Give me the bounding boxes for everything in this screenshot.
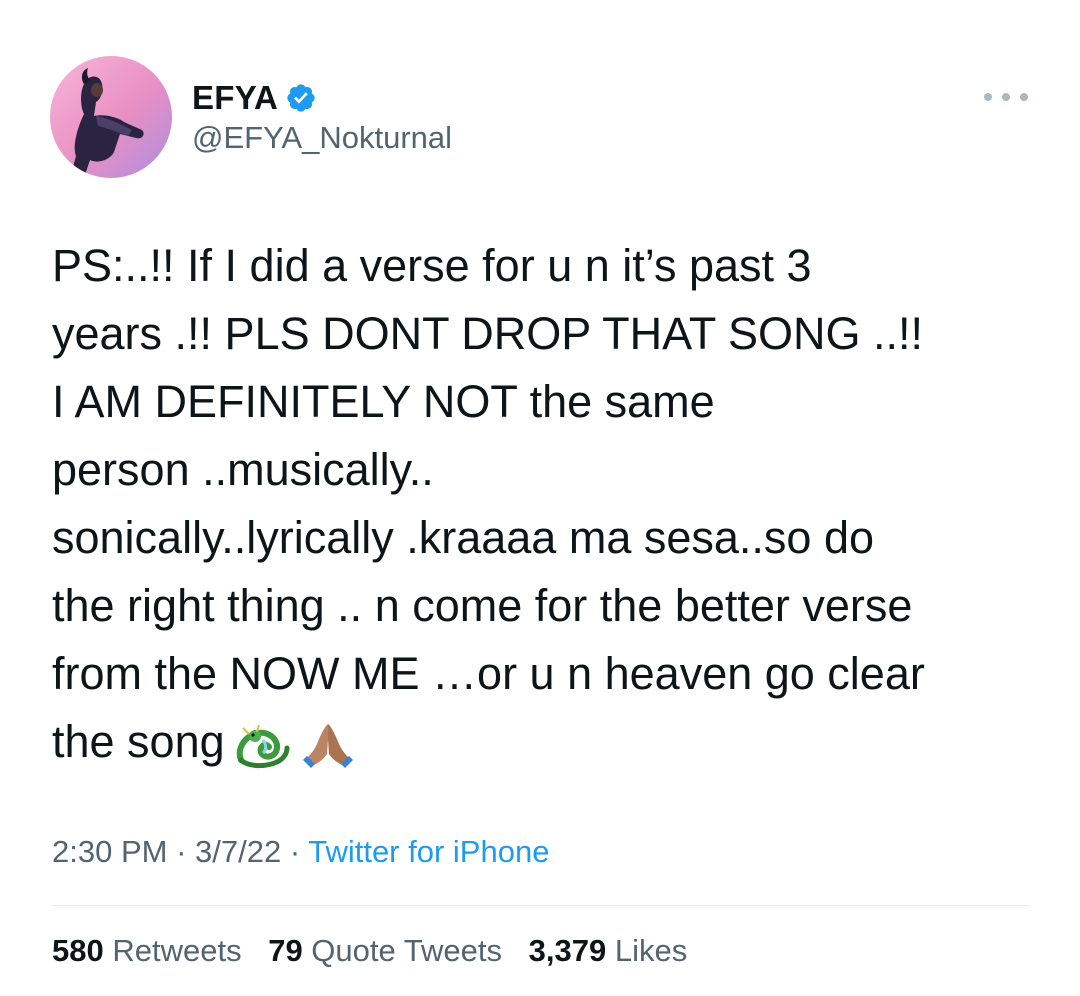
tweet-text-line: years .!! PLS DONT DROP THAT SONG ..!! [52, 308, 924, 359]
user-handle[interactable]: @EFYA_Nokturnal [192, 120, 452, 156]
meta-separator: · [281, 834, 309, 869]
tweet-text-line: I AM DEFINITELY NOT the same [52, 376, 715, 427]
tweet-text: PS:..!! If I did a verse for u n it’s pa… [52, 232, 1052, 776]
tweet-text-line: person ..musically.. [52, 444, 434, 495]
likes-count: 3,379 [528, 933, 607, 968]
verified-badge-icon [285, 82, 317, 114]
dot [1020, 93, 1028, 101]
profile-photo-avatar [50, 56, 172, 178]
engagement-stats: 580 Retweets 79 Quote Tweets 3,379 Likes [52, 933, 705, 969]
display-name-row[interactable]: EFYA [192, 78, 317, 118]
avatar[interactable] [50, 56, 172, 178]
tweet-text-line: sonically..lyrically .kraaaa ma sesa..so… [52, 512, 874, 563]
dot [984, 93, 992, 101]
likes-label: Likes [606, 933, 688, 968]
quote-tweets-label: Quote Tweets [302, 933, 503, 968]
display-name[interactable]: EFYA [192, 79, 278, 117]
tweet-card: EFYA @EFYA_Nokturnal PS:..!! If I did a … [0, 0, 1080, 996]
meta-separator: · [167, 834, 196, 869]
tweet-date[interactable]: 3/7/22 [195, 834, 281, 869]
more-horizontal-icon[interactable] [984, 86, 1028, 108]
tweet-time[interactable]: 2:30 PM [52, 834, 167, 869]
retweets-label: Retweets [103, 933, 242, 968]
retweets-count: 580 [52, 933, 104, 968]
tweet-text-line: the right thing .. n come for the better… [52, 580, 913, 631]
quote-tweets-count: 79 [268, 933, 303, 968]
likes-stat[interactable]: 3,379 Likes [529, 933, 688, 968]
tweet-source-link[interactable]: Twitter for iPhone [308, 834, 549, 869]
retweets-stat[interactable]: 580 Retweets [52, 933, 242, 968]
quote-tweets-stat[interactable]: 79 Quote Tweets [268, 933, 502, 968]
dragon-emoji-icon [233, 720, 291, 770]
tweet-text-line: PS:..!! If I did a verse for u n it’s pa… [52, 240, 812, 291]
tweet-text-line: the song [52, 716, 225, 767]
tweet-meta: 2:30 PM · 3/7/22 · Twitter for iPhone [52, 834, 549, 870]
tweet-text-line: from the NOW ME …or u n heaven go clear [52, 648, 925, 699]
dot [1002, 93, 1010, 101]
tweet-text-line-last: the song [52, 708, 1052, 776]
folded-hands-emoji-icon [299, 720, 357, 770]
divider [52, 905, 1030, 906]
